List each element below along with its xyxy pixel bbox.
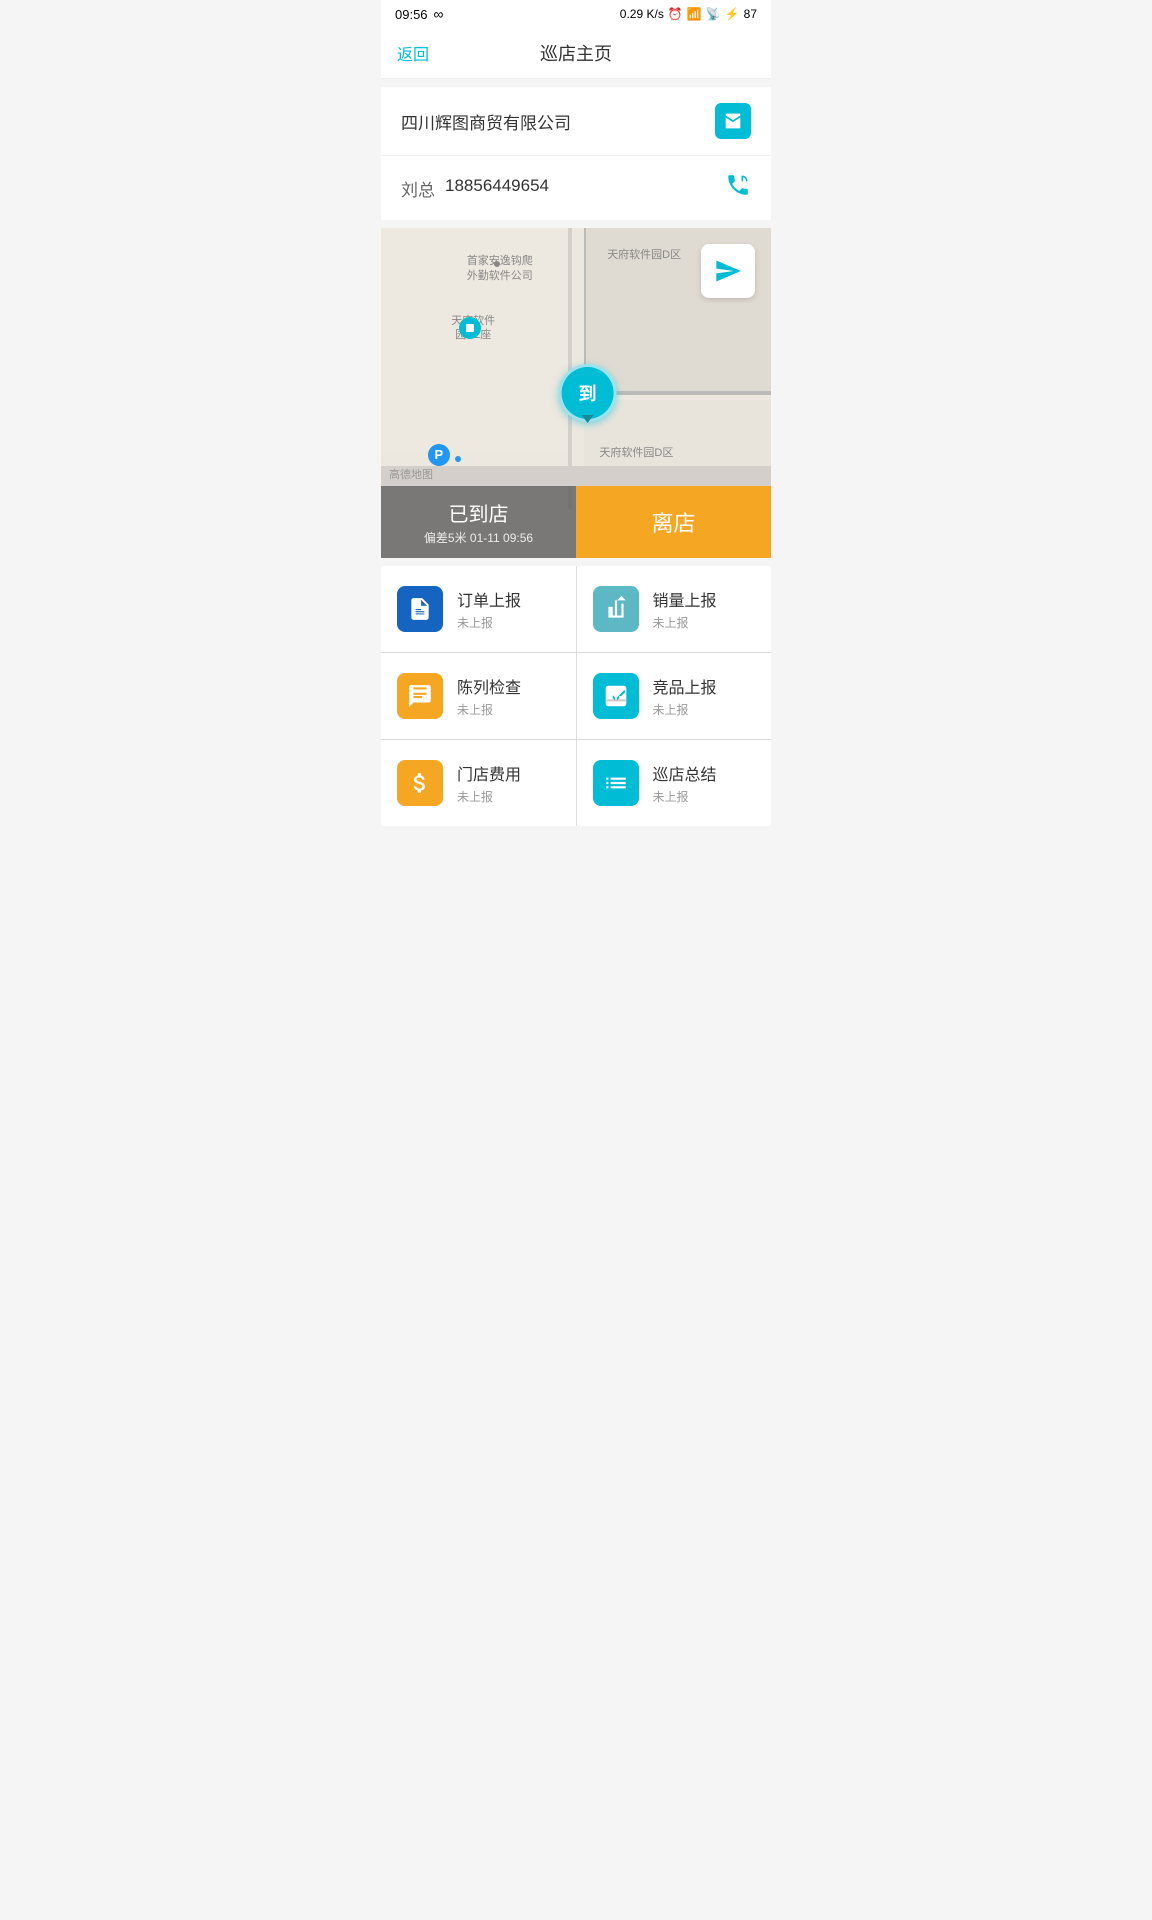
battery-level: 87 bbox=[744, 7, 757, 21]
contact-name: 刘总 bbox=[401, 176, 435, 201]
loop-icon: ∞ bbox=[434, 6, 444, 22]
map-label-4: 天府软件园D区 bbox=[599, 446, 673, 460]
action-item-store-expense[interactable]: 门店费用 未上报 bbox=[381, 740, 576, 826]
store-info-section: 四川辉图商贸有限公司 刘总 18856449654 bbox=[381, 87, 771, 220]
tour-summary-text: 巡店总结 未上报 bbox=[653, 761, 717, 805]
contact-info: 刘总 18856449654 bbox=[401, 176, 549, 201]
store-expense-title: 门店费用 bbox=[457, 761, 521, 785]
store-icon bbox=[715, 103, 751, 139]
status-bar: 09:56 ∞ 0.29 K/s ⏰ 📶 📡 ⚡ 87 bbox=[381, 0, 771, 28]
competitor-report-text: 竞品上报 未上报 bbox=[653, 674, 717, 718]
action-item-display-check[interactable]: 陈列检查 未上报 bbox=[381, 653, 576, 739]
store-name-row: 四川辉图商贸有限公司 bbox=[381, 87, 771, 156]
charging-icon: ⚡ bbox=[725, 7, 740, 21]
tour-summary-sub: 未上报 bbox=[653, 788, 717, 805]
map-background: 首家安逸钩爬外勤软件公司 天府软件园D区 天府软件园D2座 天府软件园D区 到 … bbox=[381, 228, 771, 558]
sales-report-icon bbox=[593, 586, 639, 632]
navigation-button[interactable] bbox=[701, 244, 755, 298]
signal-icon: 📡 bbox=[706, 7, 721, 21]
competitor-report-icon bbox=[593, 673, 639, 719]
order-report-text: 订单上报 未上报 bbox=[457, 587, 521, 631]
display-check-text: 陈列检查 未上报 bbox=[457, 674, 521, 718]
action-item-sales-report[interactable]: 销量上报 未上报 bbox=[577, 566, 772, 652]
parking-icon: P bbox=[428, 444, 450, 466]
competitor-report-sub: 未上报 bbox=[653, 701, 717, 718]
arrived-sub: 偏差5米 01-11 09:56 bbox=[424, 529, 533, 546]
order-report-icon bbox=[397, 586, 443, 632]
map-label-2: 天府软件园D区 bbox=[607, 248, 681, 262]
display-check-title: 陈列检查 bbox=[457, 674, 521, 698]
parking-dot bbox=[455, 456, 461, 462]
map-label-1: 首家安逸钩爬外勤软件公司 bbox=[467, 254, 533, 283]
store-expense-text: 门店费用 未上报 bbox=[457, 761, 521, 805]
arrived-button[interactable]: 已到店 偏差5米 01-11 09:56 bbox=[381, 486, 576, 558]
d2-marker bbox=[459, 317, 481, 339]
action-item-order-report[interactable]: 订单上报 未上报 bbox=[381, 566, 576, 652]
phone-number: 18856449654 bbox=[445, 176, 549, 201]
clock-icon: ⏰ bbox=[668, 7, 683, 21]
back-button[interactable]: 返回 bbox=[397, 41, 429, 65]
competitor-report-title: 竞品上报 bbox=[653, 674, 717, 698]
tour-summary-title: 巡店总结 bbox=[653, 761, 717, 785]
leave-button[interactable]: 离店 bbox=[576, 486, 771, 558]
display-check-icon bbox=[397, 673, 443, 719]
contact-row[interactable]: 刘总 18856449654 bbox=[381, 156, 771, 220]
sales-report-text: 销量上报 未上报 bbox=[653, 587, 717, 631]
tour-summary-icon bbox=[593, 760, 639, 806]
order-report-sub: 未上报 bbox=[457, 614, 521, 631]
arrived-text: 已到店 bbox=[449, 498, 509, 527]
store-expense-sub: 未上报 bbox=[457, 788, 521, 805]
map-section: 首家安逸钩爬外勤软件公司 天府软件园D区 天府软件园D2座 天府软件园D区 到 … bbox=[381, 228, 771, 558]
wifi-icon: 📶 bbox=[687, 7, 702, 21]
display-check-sub: 未上报 bbox=[457, 701, 521, 718]
sales-report-title: 销量上报 bbox=[653, 587, 717, 611]
action-grid: 订单上报 未上报 销量上报 未上报 陈列检查 未上报 bbox=[381, 566, 771, 826]
location-pin: 到 bbox=[559, 364, 617, 422]
status-time: 09:56 bbox=[395, 7, 428, 22]
call-icon[interactable] bbox=[725, 172, 751, 204]
sales-report-sub: 未上报 bbox=[653, 614, 717, 631]
pin-label: 到 bbox=[579, 380, 597, 406]
store-name: 四川辉图商贸有限公司 bbox=[401, 109, 571, 134]
action-item-tour-summary[interactable]: 巡店总结 未上报 bbox=[577, 740, 772, 826]
nav-bar: 返回 巡店主页 bbox=[381, 28, 771, 79]
order-report-title: 订单上报 bbox=[457, 587, 521, 611]
action-item-competitor-report[interactable]: 竞品上报 未上报 bbox=[577, 653, 772, 739]
page-title: 巡店主页 bbox=[540, 40, 612, 66]
map-watermark: 高德地图 bbox=[389, 466, 433, 482]
network-speed: 0.29 K/s bbox=[620, 7, 664, 21]
store-expense-icon bbox=[397, 760, 443, 806]
map-bottom-overlay: 已到店 偏差5米 01-11 09:56 离店 bbox=[381, 486, 771, 558]
pin-circle: 到 bbox=[559, 364, 617, 422]
